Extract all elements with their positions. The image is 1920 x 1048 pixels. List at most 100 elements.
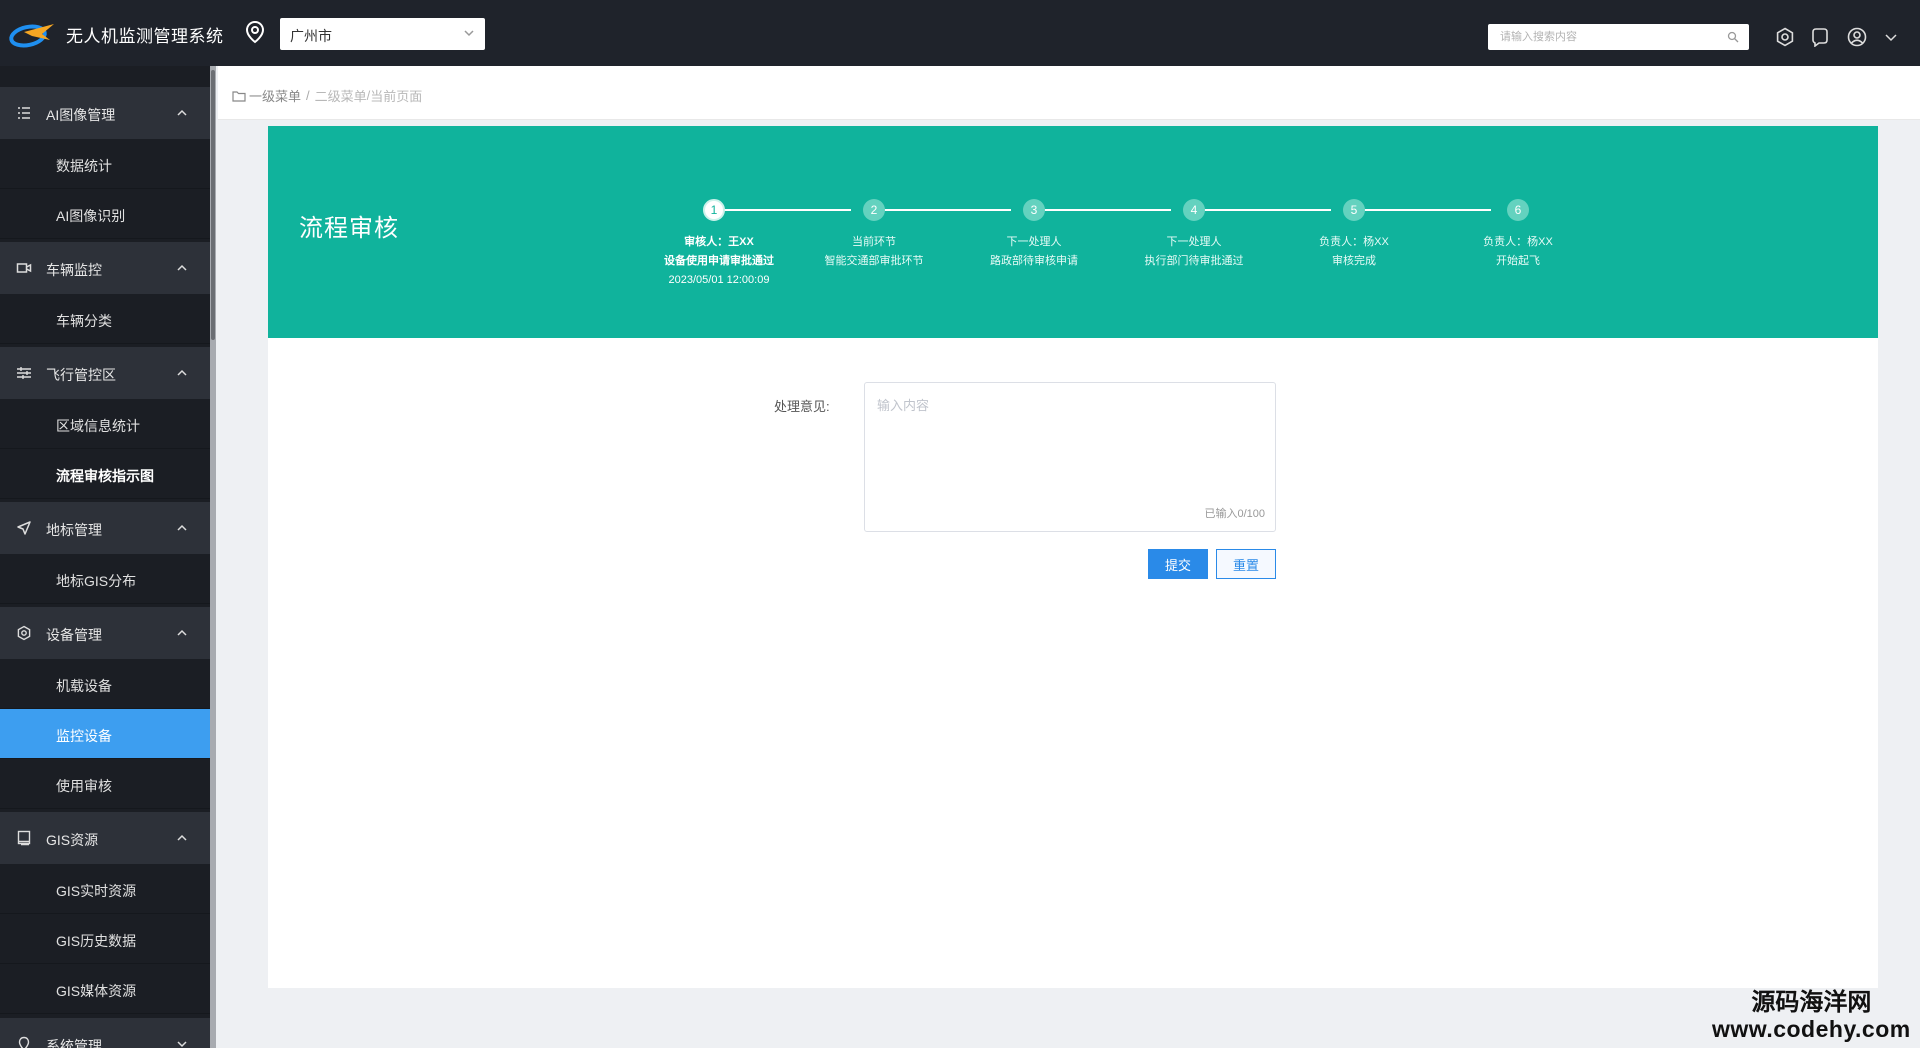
step-5-line1: 负责人：杨XX (1319, 236, 1389, 248)
step-5-dot: 5 (1343, 199, 1365, 221)
sidebar-item-label: GIS实时资源 (56, 883, 137, 899)
chevron-up-icon (177, 834, 187, 841)
step-6-line1: 负责人：杨XX (1483, 236, 1553, 248)
sidebar-item-label: GIS历史数据 (56, 933, 137, 949)
user-menu-chevron-icon[interactable] (1884, 30, 1898, 44)
message-icon[interactable] (1810, 27, 1830, 47)
step-connector (1034, 209, 1171, 211)
sidebar-group-device[interactable]: 设备管理 (0, 607, 210, 659)
sidebar-group-label: AI图像管理 (46, 107, 116, 123)
sidebar-group-label: GIS资源 (46, 832, 99, 848)
step-6-dot: 6 (1507, 199, 1529, 221)
opinion-label: 处理意见: (774, 399, 830, 414)
app-logo[interactable]: 无人机监测管理系统 (8, 18, 224, 50)
navigation-icon (17, 521, 31, 535)
sidebar-item-label: 车辆分类 (56, 313, 112, 329)
video-camera-icon (16, 263, 32, 273)
sidebar-item-label: 区域信息统计 (56, 418, 140, 434)
chevron-up-icon (177, 524, 187, 531)
sidebar-item-flow-review[interactable]: 流程审核指示图 (0, 449, 210, 499)
step-4-text: 下一处理人 执行部门待审批通过 (1109, 233, 1279, 271)
sidebar-item-label: 机载设备 (56, 678, 112, 694)
sidebar-item-ai-recognition[interactable]: AI图像识别 (0, 189, 210, 239)
sidebar-item-gis-realtime[interactable]: GIS实时资源 (0, 864, 210, 914)
watermark-line1: 源码海洋网 (1751, 989, 1872, 1016)
step-1-text: 审核人：王XX 设备使用申请审批通过 2023/05/01 12:00:09 (634, 233, 804, 290)
main-card: 流程审核 1 2 3 4 5 6 审核人：王XX 设备使用申请审批通过 2023… (268, 126, 1878, 988)
breadcrumb-separator: / (306, 88, 310, 103)
opinion-textarea[interactable] (865, 383, 1275, 493)
settings-hex-icon (17, 625, 31, 641)
user-avatar-icon[interactable] (1847, 27, 1867, 47)
page-title: 流程审核 (299, 215, 399, 242)
location-pin-icon[interactable] (244, 20, 266, 44)
chevron-up-icon (177, 369, 187, 376)
sidebar-item-vehicle-class[interactable]: 车辆分类 (0, 294, 210, 344)
book-icon (17, 830, 31, 846)
sidebar-item-monitor-device[interactable]: 监控设备 (0, 709, 210, 759)
chevron-down-icon (177, 1041, 187, 1048)
step-2-dot: 2 (863, 199, 885, 221)
process-banner: 流程审核 1 2 3 4 5 6 审核人：王XX 设备使用申请审批通过 2023… (268, 126, 1878, 338)
submit-button[interactable]: 提交 (1148, 549, 1208, 579)
sidebar-group-label: 地标管理 (46, 522, 102, 538)
reset-button[interactable]: 重置 (1216, 549, 1276, 579)
char-counter: 已输入0/100 (1204, 508, 1265, 520)
chevron-down-icon (464, 30, 474, 37)
sidebar-group-system[interactable]: 系统管理 (0, 1018, 210, 1048)
sidebar-item-label: 数据统计 (56, 158, 112, 174)
step-4-line1: 下一处理人 (1166, 236, 1222, 248)
sidebar-group-ai-image[interactable]: AI图像管理 (0, 87, 210, 139)
sidebar-item-region-stats[interactable]: 区域信息统计 (0, 399, 210, 449)
breadcrumb-level2[interactable]: 二级菜单 (315, 86, 367, 105)
step-3-line2: 路政部待审核申请 (990, 255, 1078, 267)
settings-icon[interactable] (1775, 27, 1795, 47)
sidebar-item-data-stats[interactable]: 数据统计 (0, 139, 210, 189)
breadcrumb-level1[interactable]: 一级菜单 (249, 86, 301, 105)
step-3-text: 下一处理人 路政部待审核申请 (949, 233, 1119, 271)
sidebar-group-label: 车辆监控 (46, 262, 102, 278)
step-1-line1: 审核人：王XX (684, 236, 754, 248)
sidebar-item-label: 地标GIS分布 (56, 573, 137, 589)
watermark-line2: www.codehy.com (1712, 1016, 1911, 1042)
city-select-value: 广州市 (290, 28, 332, 44)
list-icon (18, 107, 30, 119)
breadcrumb-bar: 一级菜单 / 二级菜单 / 当前页面 (218, 66, 1920, 120)
sidebar-item-usage-review[interactable]: 使用审核 (0, 759, 210, 809)
sidebar-item-landmark-gis[interactable]: 地标GIS分布 (0, 554, 210, 604)
step-1-dot: 1 (703, 199, 725, 221)
chevron-up-icon (177, 109, 187, 116)
step-4-line2: 执行部门待审批通过 (1144, 255, 1244, 267)
top-bar: 无人机监测管理系统 广州市 (0, 0, 1920, 66)
step-5-line2: 审核完成 (1332, 255, 1376, 267)
search-input[interactable] (1488, 24, 1708, 50)
search-icon[interactable] (1727, 31, 1739, 43)
step-5-text: 负责人：杨XX 审核完成 (1269, 233, 1439, 271)
sidebar-scrollbar-thumb[interactable] (211, 70, 215, 340)
sliders-icon (17, 367, 31, 379)
app-title: 无人机监测管理系统 (66, 26, 224, 46)
step-connector (1194, 209, 1331, 211)
step-6-line2: 开始起飞 (1496, 255, 1540, 267)
sidebar-item-label: 监控设备 (56, 728, 112, 744)
breadcrumb-current: 当前页面 (370, 89, 423, 104)
sidebar-group-gis[interactable]: GIS资源 (0, 812, 210, 864)
step-6-text: 负责人：杨XX 开始起飞 (1433, 233, 1603, 271)
watermark: 源码海洋网 www.codehy.com (1712, 989, 1911, 1043)
sidebar-item-airborne-device[interactable]: 机载设备 (0, 659, 210, 709)
sidebar-group-vehicle[interactable]: 车辆监控 (0, 242, 210, 294)
sidebar-group-landmark[interactable]: 地标管理 (0, 502, 210, 554)
sidebar-group-flight-zone[interactable]: 飞行管控区 (0, 347, 210, 399)
location-icon (18, 1036, 30, 1048)
folder-icon (232, 90, 246, 102)
sidebar-item-gis-media[interactable]: GIS媒体资源 (0, 964, 210, 1014)
step-3-dot: 3 (1023, 199, 1045, 221)
step-connector (714, 209, 851, 211)
sidebar-item-gis-history[interactable]: GIS历史数据 (0, 914, 210, 964)
city-select[interactable]: 广州市 (280, 18, 485, 50)
sidebar-group-label: 系统管理 (46, 1038, 102, 1048)
sidebar-group-label: 飞行管控区 (46, 367, 116, 383)
breadcrumb: 一级菜单 / 二级菜单 / 当前页面 (232, 86, 422, 105)
step-4-dot: 4 (1183, 199, 1205, 221)
step-2-line1: 当前环节 (852, 236, 896, 248)
